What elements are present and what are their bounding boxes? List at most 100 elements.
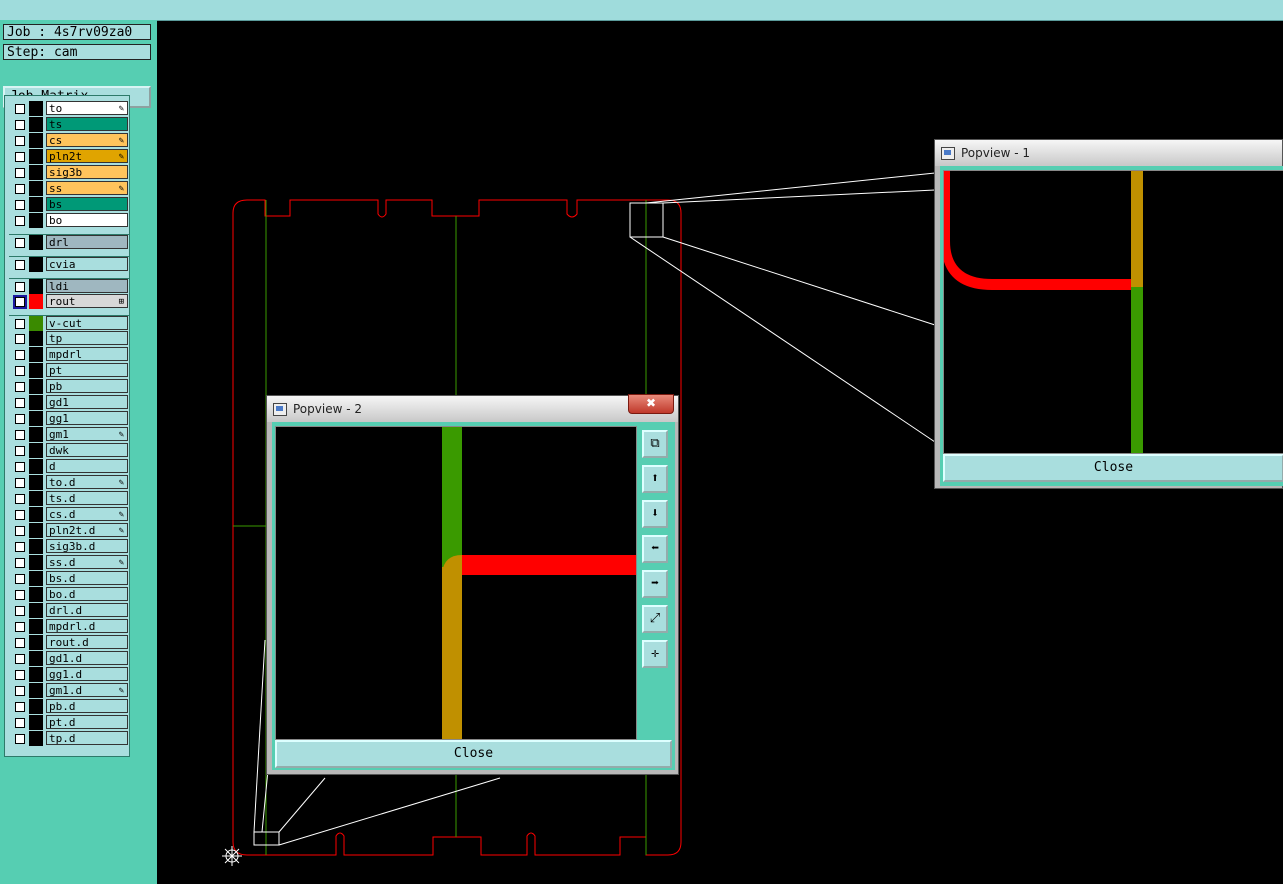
layer-checkbox[interactable] xyxy=(15,478,25,488)
layer-color-swatch[interactable] xyxy=(29,427,43,442)
layer-checkbox[interactable] xyxy=(15,216,25,226)
layer-name[interactable]: tp xyxy=(46,331,128,345)
layer-checkbox[interactable] xyxy=(15,494,25,504)
layer-checkbox[interactable] xyxy=(15,350,25,360)
layer-name[interactable]: gd1 xyxy=(46,395,128,409)
layer-color-swatch[interactable] xyxy=(29,197,43,212)
layer-color-swatch[interactable] xyxy=(29,555,43,570)
layer-name[interactable]: sig3b xyxy=(46,165,128,179)
layer-color-swatch[interactable] xyxy=(29,279,43,294)
layer-row-pb[interactable]: pb xyxy=(9,379,129,394)
zoom-out-button[interactable]: ⬇ xyxy=(642,500,668,528)
layer-color-swatch[interactable] xyxy=(29,257,43,272)
layer-row-mpdrl[interactable]: mpdrl xyxy=(9,347,129,362)
popview-2-close-button[interactable]: Close xyxy=(275,740,672,768)
layer-row-pt-d[interactable]: pt.d xyxy=(9,715,129,730)
layer-row-gd1-d[interactable]: gd1.d xyxy=(9,651,129,666)
layer-name[interactable]: rout.d xyxy=(46,635,128,649)
layer-row-ts-d[interactable]: ts.d xyxy=(9,491,129,506)
layer-row-to[interactable]: to ✎ xyxy=(9,101,129,116)
layer-name[interactable]: gm1 ✎ xyxy=(46,427,128,441)
layer-checkbox[interactable] xyxy=(15,366,25,376)
layer-row-to-d[interactable]: to.d ✎ xyxy=(9,475,129,490)
layer-checkbox[interactable] xyxy=(15,638,25,648)
layer-row-gg1-d[interactable]: gg1.d xyxy=(9,667,129,682)
layer-color-swatch[interactable] xyxy=(29,699,43,714)
layer-checkbox[interactable] xyxy=(15,398,25,408)
layer-checkbox[interactable] xyxy=(15,238,25,248)
zoom-extents-button[interactable]: ⤢ xyxy=(642,605,668,633)
layer-name[interactable]: dwk xyxy=(46,443,128,457)
layer-color-swatch[interactable] xyxy=(29,235,43,250)
layer-row-bo[interactable]: bo xyxy=(9,213,129,228)
layer-checkbox[interactable] xyxy=(15,334,25,344)
layer-row-dwk[interactable]: dwk xyxy=(9,443,129,458)
layer-checkbox[interactable] xyxy=(15,718,25,728)
layer-color-swatch[interactable] xyxy=(29,635,43,650)
layer-checkbox[interactable] xyxy=(15,319,25,329)
layer-checkbox[interactable] xyxy=(15,558,25,568)
layer-checkbox[interactable] xyxy=(15,542,25,552)
layer-row-rout-d[interactable]: rout.d xyxy=(9,635,129,650)
layer-row-ldi[interactable]: ldi xyxy=(9,278,129,294)
layer-name[interactable]: pb xyxy=(46,379,128,393)
pan-center-button[interactable]: ✛ xyxy=(642,640,668,668)
layer-name[interactable]: pt xyxy=(46,363,128,377)
layer-row-cvia[interactable]: cvia xyxy=(9,256,129,272)
layer-checkbox[interactable] xyxy=(15,574,25,584)
popview-1-view[interactable] xyxy=(941,170,1283,454)
layer-color-swatch[interactable] xyxy=(29,523,43,538)
layer-name[interactable]: ts xyxy=(46,117,128,131)
layer-row-pln2t-d[interactable]: pln2t.d ✎ xyxy=(9,523,129,538)
layer-checkbox[interactable] xyxy=(15,282,25,292)
layer-row-cs-d[interactable]: cs.d ✎ xyxy=(9,507,129,522)
layer-checkbox[interactable] xyxy=(15,104,25,114)
layer-color-swatch[interactable] xyxy=(29,603,43,618)
layer-color-swatch[interactable] xyxy=(29,731,43,746)
layer-name[interactable]: pt.d xyxy=(46,715,128,729)
layer-checkbox[interactable] xyxy=(15,670,25,680)
layer-color-swatch[interactable] xyxy=(29,133,43,148)
layer-row-ss-d[interactable]: ss.d ✎ xyxy=(9,555,129,570)
popview-2-view[interactable] xyxy=(275,426,637,740)
layer-color-swatch[interactable] xyxy=(29,459,43,474)
layer-row-gd1[interactable]: gd1 xyxy=(9,395,129,410)
layer-checkbox[interactable] xyxy=(15,590,25,600)
layer-checkbox[interactable] xyxy=(15,414,25,424)
layer-checkbox[interactable] xyxy=(15,686,25,696)
pan-left-button[interactable]: ⬅ xyxy=(642,535,668,563)
layer-color-swatch[interactable] xyxy=(29,571,43,586)
layer-checkbox[interactable] xyxy=(15,382,25,392)
layer-color-swatch[interactable] xyxy=(29,213,43,228)
layer-name[interactable]: ss ✎ xyxy=(46,181,128,195)
layer-checkbox[interactable] xyxy=(15,734,25,744)
layer-name[interactable]: gd1.d xyxy=(46,651,128,665)
layer-color-swatch[interactable] xyxy=(29,715,43,730)
popview-1-titlebar[interactable]: Popview - 1 xyxy=(935,140,1282,166)
layer-row-rout[interactable]: rout ⊞ xyxy=(9,294,129,309)
layer-checkbox[interactable] xyxy=(15,260,25,270)
layer-name[interactable]: mpdrl xyxy=(46,347,128,361)
layer-color-swatch[interactable] xyxy=(29,165,43,180)
layer-name[interactable]: pb.d xyxy=(46,699,128,713)
layer-name[interactable]: ts.d xyxy=(46,491,128,505)
layer-color-swatch[interactable] xyxy=(29,491,43,506)
layer-color-swatch[interactable] xyxy=(29,316,43,331)
layer-name[interactable]: gm1.d ✎ xyxy=(46,683,128,697)
layer-color-swatch[interactable] xyxy=(29,379,43,394)
layer-color-swatch[interactable] xyxy=(29,181,43,196)
layer-row-ss[interactable]: ss ✎ xyxy=(9,181,129,196)
layer-checkbox[interactable] xyxy=(15,606,25,616)
layer-name[interactable]: drl.d xyxy=(46,603,128,617)
layer-color-swatch[interactable] xyxy=(29,619,43,634)
layer-color-swatch[interactable] xyxy=(29,101,43,116)
layer-name[interactable]: to.d ✎ xyxy=(46,475,128,489)
layer-row-bs[interactable]: bs xyxy=(9,197,129,212)
layer-checkbox[interactable] xyxy=(15,622,25,632)
layer-color-swatch[interactable] xyxy=(29,683,43,698)
layer-name[interactable]: bo.d xyxy=(46,587,128,601)
layer-row-bs-d[interactable]: bs.d xyxy=(9,571,129,586)
layer-name[interactable]: drl xyxy=(46,235,128,249)
layer-color-swatch[interactable] xyxy=(29,667,43,682)
layer-row-cs[interactable]: cs ✎ xyxy=(9,133,129,148)
